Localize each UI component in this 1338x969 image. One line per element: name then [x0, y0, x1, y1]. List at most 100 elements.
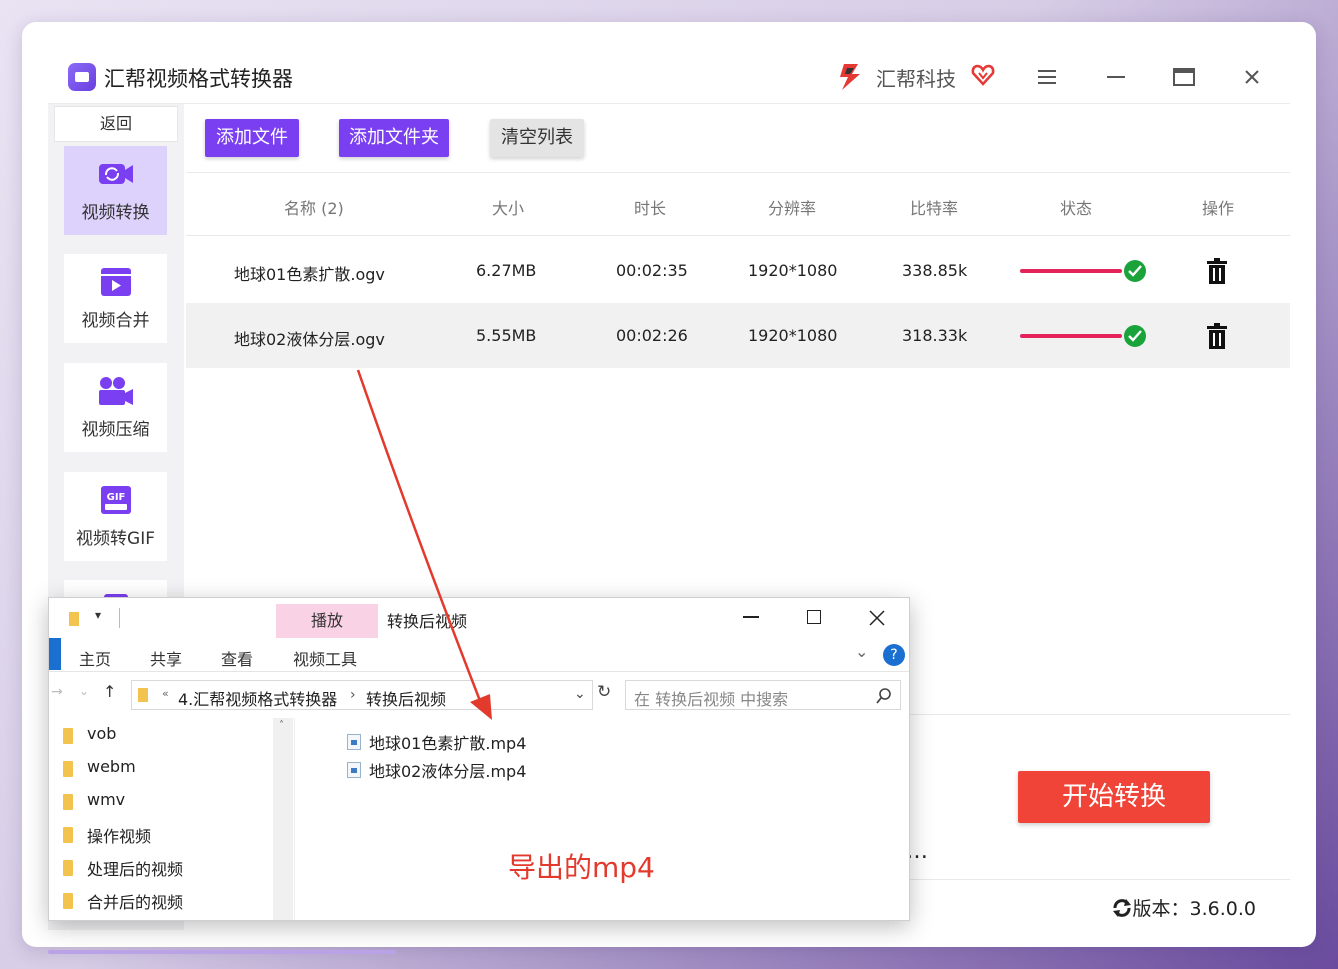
- search-icon[interactable]: [876, 688, 892, 704]
- back-button[interactable]: 返回: [54, 106, 178, 142]
- breadcrumb-item[interactable]: 转换后视频: [366, 686, 446, 710]
- table-row[interactable]: 地球02液体分层.ogv 5.55MB 00:02:26 1920*1080 3…: [186, 303, 1290, 368]
- recent-dropdown-icon[interactable]: ⌄: [79, 684, 89, 698]
- file-name: 地球02液体分层.ogv: [234, 330, 385, 349]
- version-label: 版本：3.6.0.0: [1132, 898, 1256, 920]
- add-file-button[interactable]: 添加文件: [205, 119, 299, 157]
- file-bitrate: 338.85k: [902, 261, 968, 280]
- chevron-down-icon[interactable]: ▾: [95, 608, 101, 622]
- add-folder-button[interactable]: 添加文件夹: [339, 119, 449, 157]
- file-bitrate: 318.33k: [902, 326, 968, 345]
- search-input[interactable]: 在 转换后视频 中搜索: [625, 680, 901, 710]
- maximize-icon[interactable]: [807, 610, 821, 624]
- col-duration: 时长: [634, 199, 667, 218]
- trash-icon[interactable]: [1206, 258, 1228, 284]
- folder-icon: [63, 860, 73, 876]
- folder-icon: [69, 612, 79, 626]
- file-name: 地球01色素扩散.ogv: [234, 265, 385, 284]
- maximize-icon[interactable]: [1171, 64, 1197, 90]
- heart-icon[interactable]: [970, 62, 996, 88]
- clear-list-button[interactable]: 清空列表: [490, 119, 584, 157]
- col-resolution: 分辨率: [768, 199, 817, 218]
- chevron-down-icon[interactable]: ⌄: [574, 686, 586, 702]
- address-bar[interactable]: « 4.汇帮视频格式转换器 › 转换后视频 ⌄: [131, 680, 593, 710]
- menu-icon[interactable]: [1034, 64, 1060, 90]
- navigation-pane: vob webm wmv 操作视频 处理后的视频 合并后的视频: [49, 718, 295, 920]
- overflow-chevron-icon[interactable]: «: [162, 687, 169, 700]
- start-convert-button[interactable]: 开始转换: [1018, 771, 1210, 823]
- folder-icon: [63, 827, 73, 843]
- app-title: 汇帮视频格式转换器: [104, 67, 293, 91]
- up-arrow-icon[interactable]: ↑: [103, 682, 116, 701]
- sidebar-item-video-merge[interactable]: 视频合并: [64, 254, 167, 343]
- tab-view[interactable]: 查看: [221, 646, 253, 670]
- annotation-label: 导出的mp4: [508, 851, 655, 884]
- tab-share[interactable]: 共享: [150, 646, 182, 670]
- col-name[interactable]: 名称 (2): [284, 195, 344, 219]
- explorer-title: 转换后视频: [387, 612, 468, 631]
- minimize-icon[interactable]: [1103, 64, 1129, 90]
- help-icon[interactable]: ?: [883, 644, 905, 666]
- bottom-accent-strip: [48, 950, 396, 954]
- file-resolution: 1920*1080: [748, 261, 838, 280]
- folder-icon: [138, 688, 148, 702]
- folder-icon: [63, 728, 73, 744]
- close-icon[interactable]: [1239, 64, 1265, 90]
- table-row[interactable]: 地球01色素扩散.ogv 6.27MB 00:02:35 1920*1080 3…: [186, 238, 1290, 303]
- sidebar-item-video-compress[interactable]: 视频压缩: [64, 363, 167, 452]
- sidebar-item-video-gif[interactable]: GIF 视频转GIF: [64, 472, 167, 561]
- table-header: 名称 (2) 大小 时长 分辨率 比特率 状态 操作: [186, 172, 1290, 236]
- address-row: → ⌄ ↑ « 4.汇帮视频格式转换器 › 转换后视频 ⌄ ↻ 在 转换后视频 …: [49, 674, 909, 718]
- explorer-ribbon: 主页 共享 查看 视频工具 ⌄ ?: [49, 638, 909, 672]
- folder-icon: [63, 794, 73, 810]
- tab-video-tools[interactable]: 视频工具: [293, 646, 357, 670]
- refresh-icon[interactable]: ↻: [597, 682, 611, 702]
- search-placeholder: 在 转换后视频 中搜索: [634, 690, 789, 709]
- tab-play[interactable]: 播放: [276, 604, 378, 638]
- file-size: 5.55MB: [476, 326, 537, 345]
- breadcrumb-separator-icon: ›: [350, 687, 356, 703]
- tab-home[interactable]: 主页: [79, 646, 111, 670]
- explorer-title-bar: ▾ 播放 转换后视频: [49, 598, 909, 638]
- col-actions: 操作: [1202, 199, 1235, 218]
- file-duration: 00:02:35: [616, 261, 688, 280]
- expand-ribbon-icon[interactable]: ⌄: [855, 642, 868, 661]
- svg-text:GIF: GIF: [107, 492, 126, 503]
- sidebar-item-label: 视频合并: [81, 311, 150, 331]
- file-resolution: 1920*1080: [748, 326, 838, 345]
- close-icon[interactable]: [869, 610, 885, 626]
- col-status: 状态: [1060, 199, 1093, 218]
- divider: [119, 608, 120, 628]
- col-size: 大小: [492, 199, 525, 218]
- video-compress-icon: [99, 377, 133, 405]
- check-icon: [1124, 325, 1146, 347]
- app-logo-icon: [68, 63, 96, 91]
- check-icon: [1124, 260, 1146, 282]
- video-file-icon: [347, 734, 361, 750]
- refresh-icon[interactable]: [1111, 897, 1133, 919]
- back-arrow-icon[interactable]: →: [51, 684, 63, 700]
- trash-icon[interactable]: [1206, 323, 1228, 349]
- sidebar-item-label: 视频转GIF: [76, 529, 155, 549]
- progress-bar: [1020, 269, 1122, 273]
- sidebar-item-label: 视频转换: [81, 203, 150, 223]
- scroll-up-icon[interactable]: ˄: [279, 720, 284, 731]
- video-convert-icon: [99, 164, 133, 184]
- file-explorer-window: ▾ 播放 转换后视频 主页 共享 查看 视频工具 ⌄ ? → ⌄ ↑ « 4.汇…: [48, 597, 910, 921]
- brand-name: 汇帮科技: [876, 67, 956, 91]
- col-bitrate: 比特率: [910, 199, 959, 218]
- scrollbar[interactable]: ˄: [273, 718, 293, 920]
- progress-bar: [1020, 334, 1122, 338]
- video-merge-icon: [101, 268, 131, 296]
- file-size: 6.27MB: [476, 261, 537, 280]
- folder-icon: [63, 761, 73, 777]
- sidebar-item-label: 视频压缩: [81, 420, 150, 440]
- file-duration: 00:02:26: [616, 326, 688, 345]
- file-menu-tab[interactable]: [49, 638, 61, 670]
- breadcrumb-item[interactable]: 4.汇帮视频格式转换器: [178, 686, 337, 710]
- sidebar-item-video-convert[interactable]: 视频转换: [64, 146, 167, 235]
- folder-icon: [63, 893, 73, 909]
- gif-icon: GIF: [101, 486, 131, 514]
- minimize-icon[interactable]: [743, 616, 759, 618]
- title-bar: 汇帮视频格式转换器 汇帮科技: [48, 50, 1290, 104]
